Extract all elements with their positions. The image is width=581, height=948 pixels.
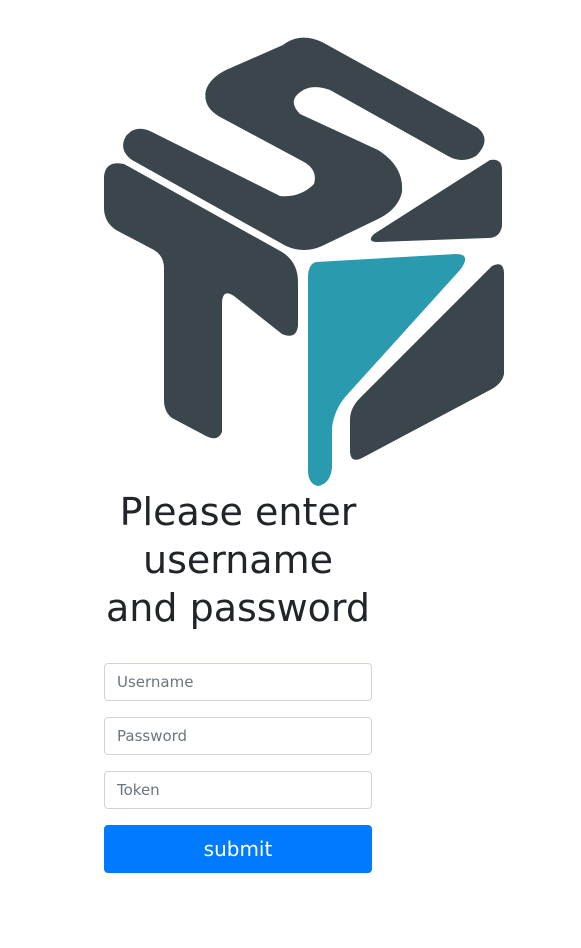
logo-icon bbox=[104, 37, 504, 486]
login-form: submit bbox=[104, 663, 372, 873]
password-input[interactable] bbox=[104, 717, 372, 755]
username-input[interactable] bbox=[104, 663, 372, 701]
submit-button[interactable]: submit bbox=[104, 825, 372, 873]
page-title: Please enter username and password bbox=[106, 490, 370, 630]
token-input[interactable] bbox=[104, 771, 372, 809]
